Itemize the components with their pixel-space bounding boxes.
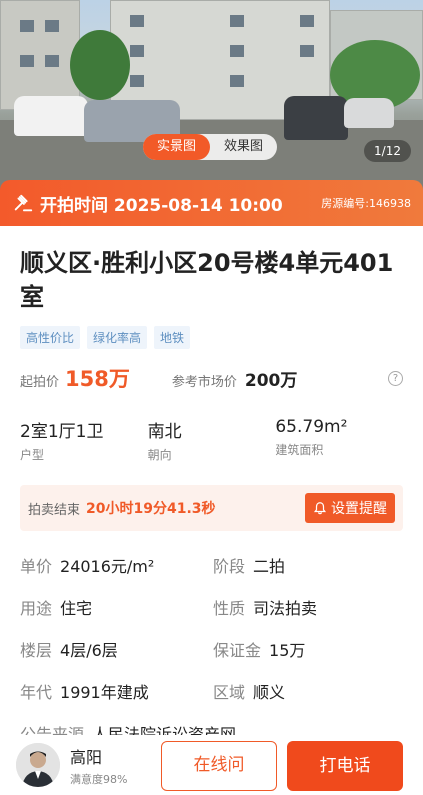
detail-key: 用途	[20, 599, 53, 618]
spec-area: 65.79m² 建筑面积	[275, 417, 403, 463]
auction-countdown: 拍卖结束 20小时19分41.3秒 设置提醒	[20, 485, 403, 531]
start-price-value: 158万	[65, 367, 130, 391]
detail-stage: 阶段 二拍	[213, 553, 403, 577]
key-specs: 2室1厅1卫 户型 南北 朝向 65.79m² 建筑面积	[20, 417, 403, 463]
price-row: 起拍价 158万 参考市场价 200万 ?	[20, 363, 403, 393]
spec-label: 建筑面积	[275, 443, 324, 457]
listing-content: 顺义区·胜利小区20号楼4单元401室 高性价比 绿化率高 地铁 起拍价 158…	[0, 226, 423, 745]
listing-page: 实景图 效果图 1/12 开拍时间 2025-08-14 10:00 房源编号:…	[0, 0, 423, 795]
detail-key: 性质	[213, 599, 246, 618]
set-reminder-button[interactable]: 设置提醒	[305, 493, 395, 523]
spec-orientation: 南北 朝向	[148, 417, 276, 463]
reference-price-label: 参考市场价	[171, 375, 237, 390]
set-reminder-label: 设置提醒	[331, 501, 387, 517]
detail-key: 阶段	[213, 557, 246, 576]
details-grid: 单价 24016元/m² 阶段 二拍 用途 住宅 性质 司法拍卖 楼层 4层/6…	[20, 553, 403, 745]
countdown-label: 拍卖结束	[28, 502, 81, 518]
gavel-icon	[14, 194, 33, 212]
bell-icon	[313, 502, 327, 515]
tab-real-photo[interactable]: 实景图	[143, 134, 211, 160]
tag: 高性价比	[20, 326, 81, 349]
detail-district: 区域 顺义	[213, 679, 403, 703]
detail-key: 年代	[20, 683, 53, 702]
avatar-icon	[16, 743, 60, 787]
question-icon[interactable]: ?	[388, 370, 403, 386]
listing-title: 顺义区·胜利小区20号楼4单元401室	[20, 249, 394, 311]
bottom-action-bar: 高阳 满意度98% 在线问 打电话	[0, 735, 423, 795]
detail-floor: 楼层 4层/6层	[20, 637, 213, 661]
photo-type-tabs: 实景图 效果图	[143, 134, 278, 160]
photo-building	[0, 0, 80, 110]
spec-label: 朝向	[147, 448, 172, 462]
spec-value: 2室1厅1卫	[20, 422, 104, 442]
detail-value: 24016元/m²	[60, 557, 155, 576]
auction-start-bar: 开拍时间 2025-08-14 10:00 房源编号:146938	[0, 180, 423, 226]
spec-value: 65.79m²	[275, 417, 348, 437]
detail-key: 楼层	[20, 641, 53, 660]
countdown-value: 20小时19分41.3秒	[86, 501, 216, 517]
photo-counter: 1/12	[364, 140, 411, 162]
agent-name: 高阳	[70, 747, 103, 767]
listing-tags: 高性价比 绿化率高 地铁	[20, 326, 403, 349]
listing-photo[interactable]: 实景图 效果图 1/12	[0, 0, 423, 190]
detail-nature: 性质 司法拍卖	[213, 595, 403, 619]
auction-start-value: 2025-08-14 10:00	[113, 195, 283, 216]
agent-info[interactable]: 高阳 满意度98%	[70, 744, 127, 787]
tag: 地铁	[154, 326, 191, 349]
detail-unit-price: 单价 24016元/m²	[20, 553, 213, 577]
start-price-label: 起拍价	[20, 375, 60, 390]
detail-value: 15万	[269, 641, 306, 660]
detail-year: 年代 1991年建成	[20, 679, 213, 703]
reference-price-value: 200万	[244, 371, 298, 391]
detail-key: 区域	[213, 683, 246, 702]
spec-label: 户型	[20, 448, 45, 462]
agent-avatar[interactable]	[16, 743, 60, 787]
tag: 绿化率高	[87, 326, 148, 349]
detail-deposit: 保证金 15万	[213, 637, 403, 661]
listing-id: 房源编号:146938	[321, 197, 411, 210]
tab-rendering[interactable]: 效果图	[210, 134, 277, 160]
online-chat-button[interactable]: 在线问	[161, 741, 277, 791]
spec-value: 南北	[147, 422, 182, 442]
auction-start-time: 开拍时间 2025-08-14 10:00	[40, 191, 321, 216]
detail-key: 单价	[20, 557, 53, 576]
call-button[interactable]: 打电话	[287, 741, 403, 791]
detail-key: 保证金	[213, 641, 262, 660]
detail-value: 住宅	[60, 599, 93, 618]
agent-satisfaction: 满意度98%	[70, 772, 128, 786]
detail-value: 二拍	[253, 557, 286, 576]
auction-start-label: 开拍时间	[40, 195, 108, 216]
detail-value: 1991年建成	[60, 683, 149, 702]
detail-value: 4层/6层	[60, 641, 118, 660]
spec-layout: 2室1厅1卫 户型	[20, 417, 148, 463]
detail-value: 司法拍卖	[253, 599, 318, 618]
detail-value: 顺义	[253, 683, 286, 702]
detail-usage: 用途 住宅	[20, 595, 213, 619]
